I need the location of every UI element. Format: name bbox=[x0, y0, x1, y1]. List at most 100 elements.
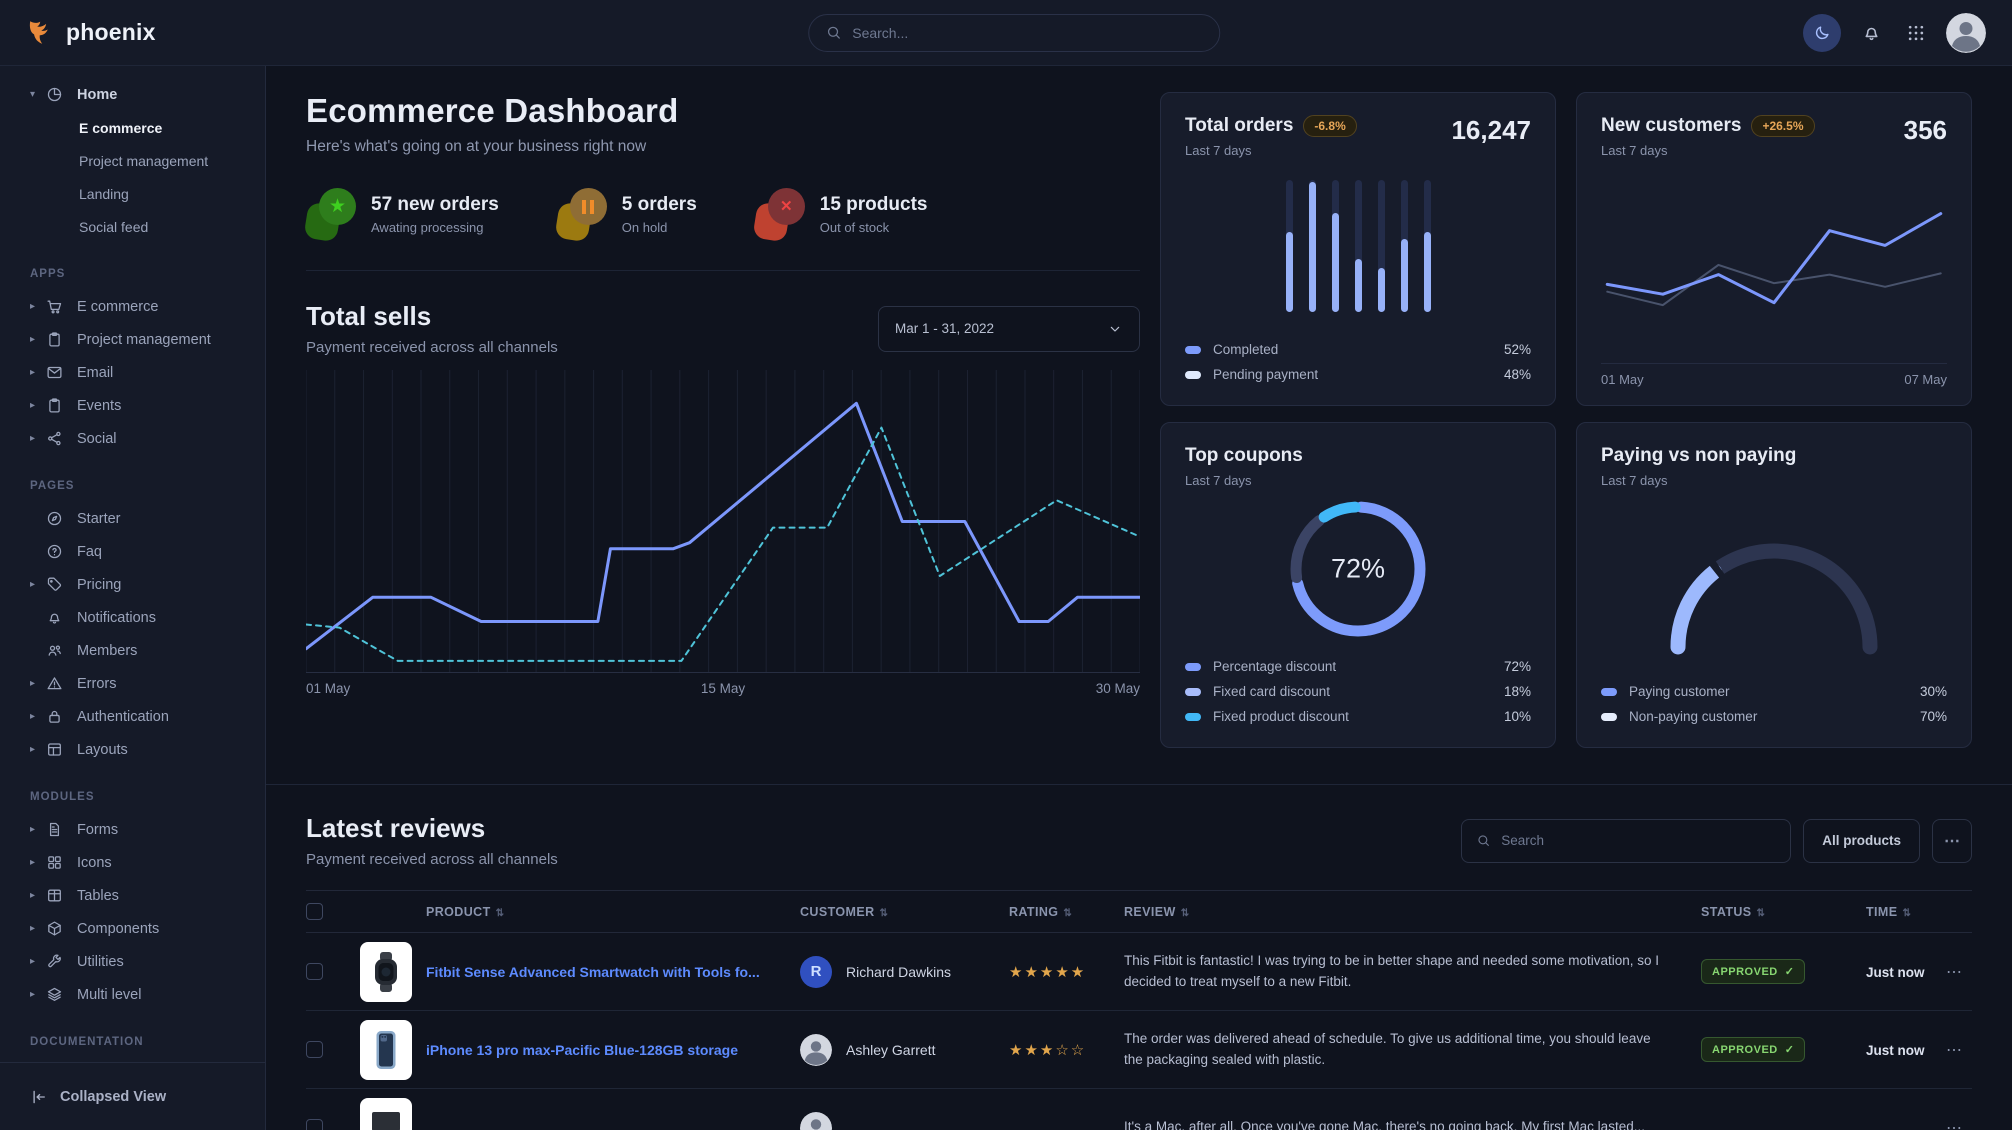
column-header-status[interactable]: STATUS⇅ bbox=[1701, 891, 1866, 933]
sidebar-item-social[interactable]: ▸ Social bbox=[0, 422, 265, 455]
sidebar-item-faq[interactable]: Faq bbox=[0, 535, 265, 568]
sidebar-item-multi-level[interactable]: ▸ Multi level bbox=[0, 978, 265, 1011]
layers-icon bbox=[46, 986, 64, 1003]
product-link[interactable]: Fitbit Sense Advanced Smartwatch with To… bbox=[426, 964, 760, 980]
sidebar-item-apps-project-management[interactable]: ▸ Project management bbox=[0, 323, 265, 356]
phoenix-logo-icon bbox=[26, 18, 56, 48]
sidebar-item-project-management[interactable]: Project management bbox=[0, 144, 265, 177]
customer-cell[interactable] bbox=[786, 1112, 1001, 1130]
column-header-customer[interactable]: CUSTOMER⇅ bbox=[786, 891, 1001, 933]
customer-avatar bbox=[800, 1112, 832, 1130]
review-text: The order was delivered ahead of schedul… bbox=[1116, 1029, 1701, 1070]
sidebar-item-tables[interactable]: ▸ Tables bbox=[0, 879, 265, 912]
legend-item: Percentage discount 72% bbox=[1185, 654, 1531, 679]
product-thumbnail bbox=[360, 1020, 412, 1080]
time-value: Just now bbox=[1866, 965, 1925, 980]
tag-icon bbox=[46, 576, 64, 593]
section-divider bbox=[266, 784, 2012, 785]
sort-icon: ⇅ bbox=[1181, 908, 1190, 919]
top-navbar: phoenix bbox=[0, 0, 2012, 66]
sidebar-item-utilities[interactable]: ▸ Utilities bbox=[0, 945, 265, 978]
apps-menu-button[interactable] bbox=[1902, 19, 1930, 47]
rating-stars bbox=[1001, 1119, 1009, 1130]
sidebar-item-email[interactable]: ▸ Email bbox=[0, 356, 265, 389]
caret-right-icon: ▸ bbox=[30, 744, 46, 755]
sidebar-item-starter[interactable]: Starter bbox=[0, 502, 265, 535]
sidebar-item-pricing[interactable]: ▸ Pricing bbox=[0, 568, 265, 601]
sidebar-item-layouts[interactable]: ▸ Layouts bbox=[0, 733, 265, 766]
column-header-rating[interactable]: RATING⇅ bbox=[1001, 891, 1116, 933]
sidebar-item-apps-ecommerce[interactable]: ▸ E commerce bbox=[0, 290, 265, 323]
top-coupons-card: Top coupons Last 7 days 72% Percentage d… bbox=[1160, 422, 1556, 748]
caret-right-icon: ▸ bbox=[30, 989, 46, 1000]
brand[interactable]: phoenix bbox=[26, 18, 156, 48]
sidebar-item-members[interactable]: Members bbox=[0, 634, 265, 667]
row-checkbox[interactable] bbox=[306, 1041, 323, 1058]
caret-right-icon: ▸ bbox=[30, 890, 46, 901]
new-customers-value: 356 bbox=[1904, 115, 1947, 146]
legend-item: Pending payment 48% bbox=[1185, 362, 1531, 387]
column-header-time[interactable]: TIME⇅ bbox=[1866, 891, 1936, 933]
legend-item: Non-paying customer 70% bbox=[1601, 704, 1947, 729]
sidebar-item-icons[interactable]: ▸ Icons bbox=[0, 846, 265, 879]
caret-right-icon: ▸ bbox=[30, 857, 46, 868]
user-avatar[interactable] bbox=[1946, 13, 1986, 53]
reviews-more-button[interactable]: ⋯ bbox=[1932, 819, 1972, 863]
section-label-modules: MODULES bbox=[30, 791, 265, 803]
caret-right-icon: ▸ bbox=[30, 824, 46, 835]
theme-toggle-button[interactable] bbox=[1803, 14, 1841, 52]
sidebar-item-authentication[interactable]: ▸ Authentication bbox=[0, 700, 265, 733]
reviews-subtitle: Payment received across all channels bbox=[306, 851, 558, 868]
global-search-input[interactable] bbox=[852, 25, 1203, 41]
customer-cell[interactable]: Ashley Garrett bbox=[786, 1034, 1001, 1066]
sidebar-item-social-feed[interactable]: Social feed bbox=[0, 210, 265, 243]
total-sells-chart bbox=[306, 370, 1140, 673]
row-checkbox[interactable] bbox=[306, 963, 323, 980]
caret-right-icon: ▸ bbox=[30, 711, 46, 722]
lock-icon bbox=[46, 708, 64, 725]
reviews-search-input[interactable] bbox=[1501, 833, 1776, 848]
stats-row: ★ 57 new orders Awating processing 5 ord… bbox=[306, 188, 1140, 271]
total-orders-card: Total orders -6.8% Last 7 days 16,247 bbox=[1160, 92, 1556, 406]
legend-item: Completed 52% bbox=[1185, 337, 1531, 362]
out-of-stock-x-icon: ✕ bbox=[755, 188, 805, 240]
latest-reviews-section: Latest reviews Payment received across a… bbox=[306, 813, 1972, 1130]
caret-right-icon: ▸ bbox=[30, 579, 46, 590]
sidebar-item-errors[interactable]: ▸ Errors bbox=[0, 667, 265, 700]
column-header-review[interactable]: REVIEW⇅ bbox=[1116, 891, 1701, 933]
row-more-button[interactable]: ⋯ bbox=[1936, 1040, 1972, 1060]
all-products-button[interactable]: All products bbox=[1803, 819, 1920, 863]
select-all-checkbox[interactable] bbox=[306, 903, 323, 920]
row-more-button[interactable]: ⋯ bbox=[1936, 962, 1972, 982]
sidebar-item-events[interactable]: ▸ Events bbox=[0, 389, 265, 422]
row-checkbox[interactable] bbox=[306, 1119, 323, 1130]
product-link[interactable]: iPhone 13 pro max-Pacific Blue-128GB sto… bbox=[426, 1042, 738, 1058]
caret-right-icon: ▸ bbox=[30, 301, 46, 312]
question-circle-icon bbox=[46, 543, 64, 560]
new-customers-badge: +26.5% bbox=[1751, 115, 1814, 137]
legend-item: Paying customer 30% bbox=[1601, 679, 1947, 704]
notifications-button[interactable] bbox=[1857, 18, 1886, 47]
date-range-select[interactable]: Mar 1 - 31, 2022 bbox=[878, 306, 1140, 352]
legend-item: Fixed card discount 18% bbox=[1185, 679, 1531, 704]
column-header-product[interactable]: PRODUCT⇅ bbox=[346, 891, 786, 933]
sidebar-item-ecommerce[interactable]: E commerce bbox=[0, 111, 265, 144]
paying-vs-non-paying-card: Paying vs non paying Last 7 days Paying … bbox=[1576, 422, 1972, 748]
sidebar-item-home[interactable]: ▾ Home bbox=[0, 78, 265, 111]
sidebar-item-forms[interactable]: ▸ Forms bbox=[0, 813, 265, 846]
row-more-button[interactable]: ⋯ bbox=[1936, 1118, 1972, 1130]
users-icon bbox=[46, 642, 64, 659]
collapse-sidebar-button[interactable]: Collapsed View bbox=[0, 1062, 265, 1130]
new-orders-star-icon: ★ bbox=[306, 188, 356, 240]
customer-cell[interactable]: R Richard Dawkins bbox=[786, 956, 1001, 988]
compass-icon bbox=[46, 510, 64, 527]
total-sells-x-axis: 01 May 15 May 30 May bbox=[306, 681, 1140, 696]
sidebar-item-components[interactable]: ▸ Components bbox=[0, 912, 265, 945]
new-customers-card: New customers +26.5% Last 7 days 356 01 … bbox=[1576, 92, 1972, 406]
file-text-icon bbox=[46, 821, 64, 838]
total-orders-bar-chart bbox=[1286, 180, 1431, 312]
sidebar-item-landing[interactable]: Landing bbox=[0, 177, 265, 210]
time-value: Just now bbox=[1866, 1043, 1925, 1058]
clipboard-icon bbox=[46, 331, 64, 348]
sidebar-item-notifications[interactable]: Notifications bbox=[0, 601, 265, 634]
